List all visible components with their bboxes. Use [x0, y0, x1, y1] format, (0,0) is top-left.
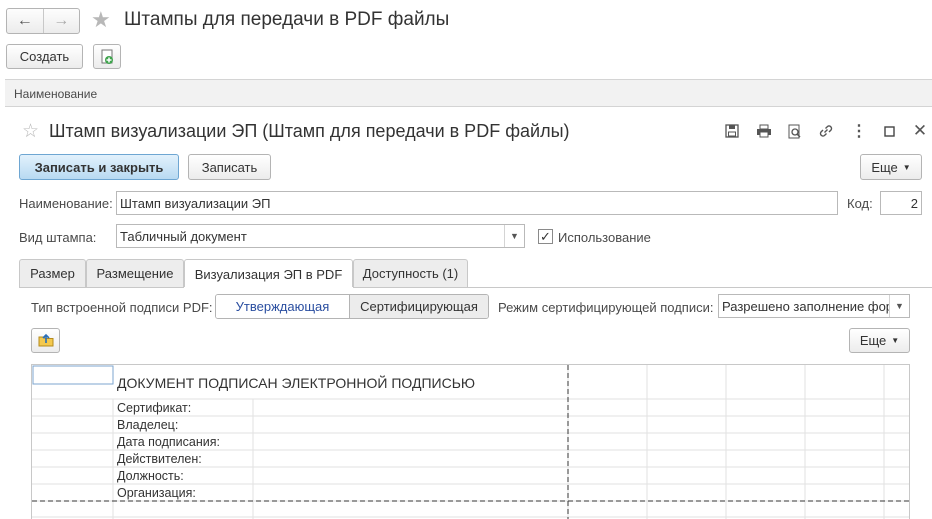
printer-icon[interactable] [755, 122, 773, 140]
vertical-dots-icon[interactable]: ⋮ [850, 122, 868, 140]
stamp-type-label: Вид штампа: [19, 230, 97, 245]
chevron-down-icon[interactable]: ▼ [889, 295, 909, 317]
sheet-more-button[interactable]: Еще ▼ [849, 328, 910, 353]
code-field[interactable]: 2 [880, 191, 922, 215]
floppy-disk-icon[interactable] [723, 122, 741, 140]
use-label: Использование [558, 230, 651, 245]
chevron-down-icon: ▼ [891, 336, 900, 345]
sheet-heading: ДОКУМЕНТ ПОДПИСАН ЭЛЕКТРОННОЙ ПОДПИСЬЮ [117, 375, 476, 391]
sheet-row-owner: Владелец: [117, 418, 179, 432]
link-icon[interactable] [817, 122, 835, 140]
certifying-mode-select[interactable]: Разрешено заполнение фор ▼ [718, 294, 910, 318]
name-field[interactable]: Штамп визуализации ЭП [116, 191, 838, 215]
signature-type-toggle: Утверждающая Сертифицирующая [215, 294, 489, 319]
checkmark-icon: ✓ [540, 229, 551, 244]
sheet-row-position: Должность: [117, 469, 184, 483]
chevron-down-icon[interactable]: ▼ [504, 225, 524, 247]
star-icon[interactable]: ★ [91, 9, 111, 31]
add-copy-icon [101, 49, 113, 64]
sheet-row-certificate: Сертификат: [117, 401, 192, 415]
more-label: Еще [859, 333, 887, 348]
star-icon[interactable]: ☆ [22, 122, 39, 141]
spreadsheet-document[interactable]: ДОКУМЕНТ ПОДПИСАН ЭЛЕКТРОННОЙ ПОДПИСЬЮ С… [31, 364, 910, 519]
signature-type-label: Тип встроенной подписи PDF: [31, 300, 213, 315]
chevron-down-icon: ▼ [902, 162, 911, 172]
more-button[interactable]: Еще ▼ [860, 154, 922, 180]
folder-load-icon [38, 333, 53, 347]
form-title: Штамп визуализации ЭП (Штамп для передач… [49, 121, 570, 141]
tab-availability[interactable]: Доступность (1) [353, 259, 468, 287]
close-icon[interactable]: ✕ [911, 121, 929, 140]
print-preview-icon[interactable] [786, 122, 804, 140]
tab-divider [19, 287, 932, 288]
option-approving[interactable]: Утверждающая [216, 295, 350, 318]
sheet-row-sign-date: Дата подписания: [117, 435, 220, 449]
code-label: Код: [847, 196, 873, 211]
add-copy-button[interactable] [93, 44, 121, 69]
more-label: Еще [871, 159, 898, 175]
save-and-close-button[interactable]: Записать и закрыть [19, 154, 179, 180]
use-checkbox[interactable]: ✓ [538, 229, 553, 244]
certifying-mode-label: Режим сертифицирующей подписи: [498, 300, 714, 315]
navigation-buttons: ← → [6, 8, 80, 34]
sheet-row-valid: Действителен: [117, 452, 202, 466]
arrow-right-icon: → [53, 12, 70, 29]
load-button[interactable] [31, 328, 60, 353]
stamp-type-select[interactable]: Табличный документ ▼ [116, 224, 525, 248]
name-label: Наименование: [19, 196, 113, 211]
stamp-type-value: Табличный документ [120, 229, 247, 244]
back-button[interactable]: ← [7, 9, 43, 33]
tab-placement[interactable]: Размещение [86, 259, 184, 287]
forward-button[interactable]: → [42, 9, 80, 33]
arrow-left-icon: ← [16, 12, 33, 29]
option-certifying[interactable]: Сертифицирующая [349, 295, 488, 318]
save-button[interactable]: Записать [188, 154, 271, 180]
tab-visualization[interactable]: Визуализация ЭП в PDF [184, 259, 353, 288]
maximize-icon[interactable] [880, 122, 898, 140]
window-title: Штампы для передачи в PDF файлы [124, 9, 450, 30]
create-button[interactable]: Создать [6, 44, 83, 69]
list-column-header[interactable]: Наименование [5, 79, 932, 107]
active-tab-gap [184, 287, 353, 288]
sheet-row-organization: Организация: [117, 486, 196, 500]
tab-size[interactable]: Размер [19, 259, 86, 287]
certifying-mode-value: Разрешено заполнение фор [722, 299, 894, 314]
